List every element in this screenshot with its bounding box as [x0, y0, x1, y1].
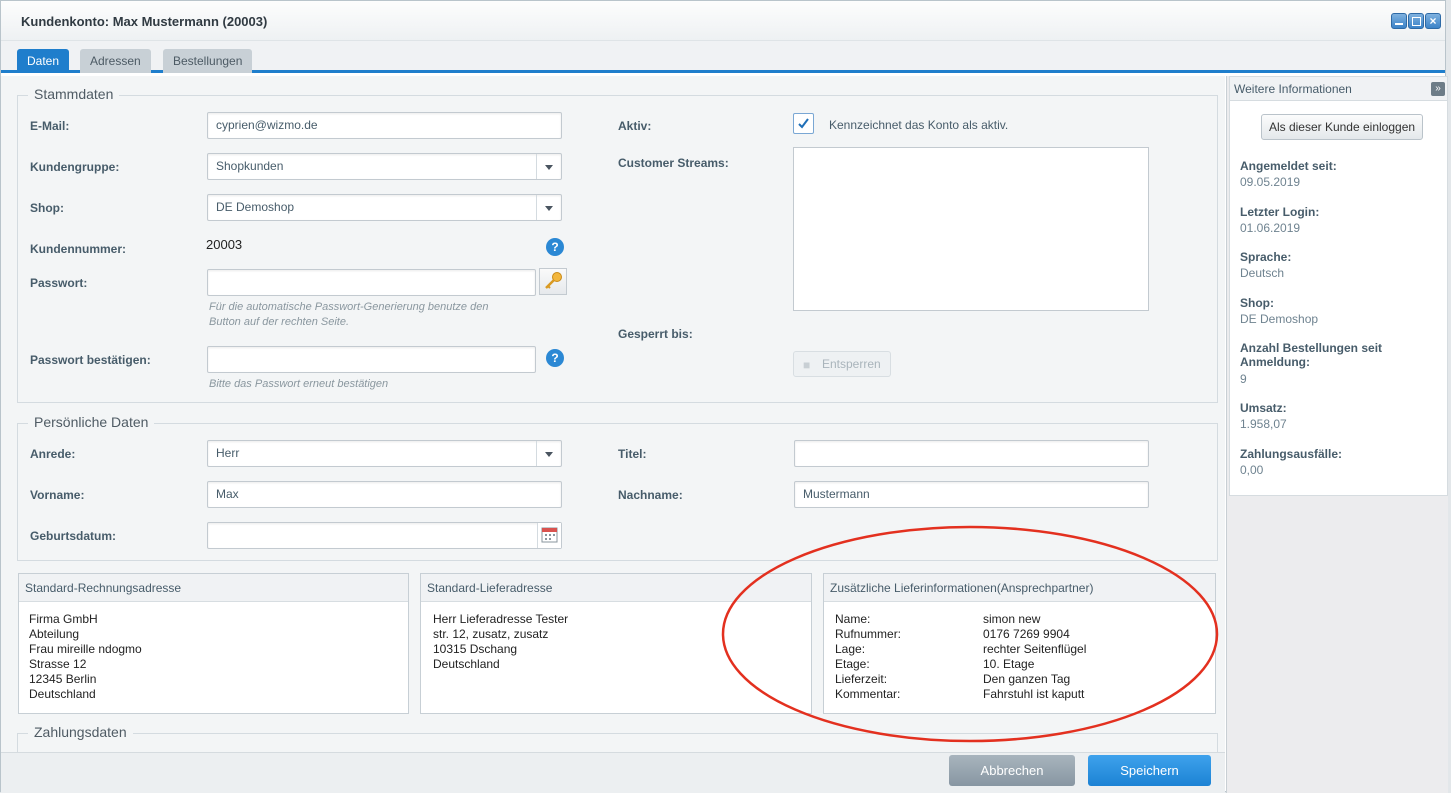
nachname-field[interactable]: Mustermann	[794, 481, 1149, 508]
info-label: Shop:	[1240, 296, 1274, 310]
nachname-label: Nachname:	[618, 488, 683, 502]
vorname-label: Vorname:	[30, 488, 85, 502]
help-icon[interactable]: ?	[546, 349, 564, 367]
password-hint-line1: Für die automatische Passwort-Generierun…	[209, 301, 489, 313]
vorname-field[interactable]: Max	[207, 481, 562, 508]
chevron-down-icon[interactable]	[545, 452, 553, 457]
persoenliche-daten-legend: Persönliche Daten	[28, 414, 155, 430]
rechnungsadresse-box: Standard-Rechnungsadresse Firma GmbH Abt…	[18, 573, 409, 714]
tab-bestellungen[interactable]: Bestellungen	[163, 49, 253, 73]
kundengruppe-value: Shopkunden	[216, 159, 284, 173]
help-icon[interactable]: ?	[546, 238, 564, 256]
aktiv-description: Kennzeichnet das Konto als aktiv.	[829, 118, 1009, 132]
kundennummer-label: Kundennummer:	[30, 242, 126, 256]
shop-label: Shop:	[30, 201, 64, 215]
address-line: Firma GmbH	[29, 612, 98, 626]
highlight-ellipse	[721, 525, 1219, 743]
password-hint-line2: Button auf der rechten Seite.	[209, 316, 350, 328]
passwort-confirm-label: Passwort bestätigen:	[30, 353, 151, 367]
zahlungsdaten-legend: Zahlungsdaten	[28, 724, 133, 740]
key-icon	[545, 272, 562, 289]
address-line: Abteilung	[29, 627, 80, 641]
geburtsdatum-field[interactable]	[207, 522, 562, 549]
address-line: Frau mireille ndogmo	[29, 642, 142, 656]
tab-bar: Daten Adressen Bestellungen	[1, 41, 1445, 73]
chevron-down-icon[interactable]	[545, 206, 553, 211]
data-tab-content[interactable]: Stammdaten E-Mail: cyprien@wizmo.de Kund…	[1, 76, 1225, 752]
shop-select[interactable]: DE Demoshop	[207, 194, 562, 221]
kundengruppe-select[interactable]: Shopkunden	[207, 153, 562, 180]
anrede-label: Anrede:	[30, 447, 76, 461]
info-value: 9	[1240, 372, 1247, 386]
info-label: Sprache:	[1240, 250, 1292, 264]
window-title: Kundenkonto: Max Mustermann (20003)	[21, 14, 268, 29]
info-value: Deutsch	[1240, 266, 1285, 280]
password-field[interactable]	[207, 269, 536, 296]
chevron-down-icon[interactable]	[545, 165, 553, 170]
info-sidebar: Weitere Informationen » Als dieser Kunde…	[1226, 76, 1448, 793]
email-label: E-Mail:	[30, 119, 70, 133]
shop-value: DE Demoshop	[216, 200, 295, 214]
info-label: Umsatz:	[1240, 401, 1287, 415]
rechnungsadresse-title: Standard-Rechnungsadresse	[19, 574, 408, 602]
titel-label: Titel:	[618, 447, 647, 461]
address-line: Strasse 12	[29, 657, 87, 671]
customer-streams-list[interactable]	[793, 147, 1149, 311]
window-controls: ×	[1391, 13, 1441, 29]
minimize-icon[interactable]	[1391, 13, 1407, 29]
password-confirm-field[interactable]	[207, 346, 536, 373]
info-value: 0,00	[1240, 463, 1264, 477]
info-value: 01.06.2019	[1240, 221, 1301, 235]
tab-daten[interactable]: Daten	[17, 49, 70, 73]
tab-adressen[interactable]: Adressen	[80, 49, 151, 73]
cancel-button[interactable]: Abbrechen	[949, 755, 1075, 786]
window-footer: Abbrechen Speichern	[1, 752, 1225, 793]
info-value: 09.05.2019	[1240, 175, 1301, 189]
save-button[interactable]: Speichern	[1088, 755, 1211, 786]
info-label: Letzter Login:	[1240, 205, 1320, 219]
geburtsdatum-label: Geburtsdatum:	[30, 529, 117, 543]
collapse-icon[interactable]: »	[1431, 82, 1445, 96]
address-line: Deutschland	[29, 687, 96, 701]
close-icon[interactable]: ×	[1425, 13, 1441, 29]
anrede-value: Herr	[216, 446, 240, 460]
kundennummer-value: 20003	[206, 237, 243, 252]
info-panel: Weitere Informationen » Als dieser Kunde…	[1229, 76, 1448, 496]
stammdaten-legend: Stammdaten	[28, 86, 120, 102]
maximize-icon[interactable]	[1408, 13, 1424, 29]
info-label: Zahlungsausfälle:	[1240, 447, 1343, 461]
address-line: 12345 Berlin	[29, 672, 97, 686]
customer-account-window: Kundenkonto: Max Mustermann (20003) × Da…	[0, 0, 1448, 793]
anrede-select[interactable]: Herr	[207, 440, 562, 467]
calendar-button[interactable]	[537, 523, 561, 548]
customer-streams-label: Customer Streams:	[618, 156, 729, 170]
checkmark-icon	[798, 118, 809, 129]
entsperren-label: Entsperren	[822, 357, 881, 371]
info-panel-title: Weitere Informationen	[1234, 82, 1352, 96]
aktiv-checkbox[interactable]	[793, 113, 814, 134]
info-value: 1.958,07	[1240, 417, 1287, 431]
info-panel-header: Weitere Informationen »	[1230, 77, 1447, 101]
calendar-icon	[541, 527, 558, 543]
info-label: Angemeldet seit:	[1240, 159, 1337, 173]
aktiv-label: Aktiv:	[618, 119, 652, 133]
lock-icon: ■	[803, 358, 811, 372]
rechnungsadresse-body: Firma GmbH Abteilung Frau mireille ndogm…	[19, 602, 408, 712]
window-titlebar[interactable]: Kundenkonto: Max Mustermann (20003) ×	[1, 1, 1445, 41]
generate-password-button[interactable]	[539, 268, 567, 295]
entsperren-button[interactable]: ■ Entsperren	[793, 351, 891, 377]
email-field[interactable]: cyprien@wizmo.de	[207, 112, 562, 139]
info-value: DE Demoshop	[1240, 312, 1319, 326]
password-confirm-hint: Bitte das Passwort erneut bestätigen	[209, 378, 389, 390]
passwort-label: Passwort:	[30, 276, 88, 290]
gesperrt-label: Gesperrt bis:	[618, 327, 693, 341]
login-as-customer-button[interactable]: Als dieser Kunde einloggen	[1261, 114, 1423, 140]
info-label: Anzahl Bestellungen seit Anmeldung:	[1240, 341, 1383, 369]
kundengruppe-label: Kundengruppe:	[30, 160, 120, 174]
titel-field[interactable]	[794, 440, 1149, 467]
